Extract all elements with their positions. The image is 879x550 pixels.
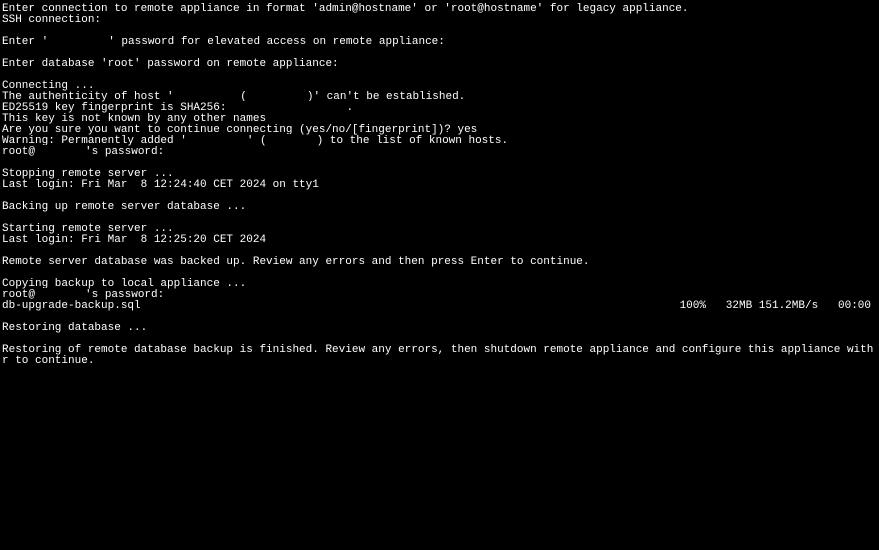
terminal-line: Enter database 'root' password on remote…	[2, 59, 877, 70]
terminal-line: Restoring of remote database backup is f…	[2, 345, 877, 356]
label: ' password for elevated access on remote…	[108, 36, 445, 48]
terminal-line: Remote server database was backed up. Re…	[2, 257, 877, 268]
redacted-host: █████	[35, 147, 85, 158]
transfer-stats: 100% 32MB 151.2MB/s 00:00	[680, 301, 877, 312]
label: root@	[2, 146, 35, 158]
terminal-line: Backing up remote server database ...	[2, 202, 877, 213]
terminal-line: r to continue.	[2, 356, 877, 367]
terminal-line: SSH connection: ████████	[2, 15, 877, 26]
label: ) to the list of known hosts.	[317, 135, 508, 147]
terminal-line: root@█████'s password:	[2, 147, 877, 158]
file-transfer-line: db-upgrade-backup.sql 100% 32MB 151.2MB/…	[2, 301, 877, 312]
label: SSH connection:	[2, 14, 108, 26]
label: 's password:	[85, 146, 164, 158]
terminal-line: Last login: Fri Mar 8 12:24:40 CET 2024 …	[2, 180, 877, 191]
terminal-line: Restoring database ...	[2, 323, 877, 334]
terminal-blank	[2, 70, 877, 81]
label: Enter '	[2, 36, 48, 48]
filename: db-upgrade-backup.sql	[2, 301, 141, 312]
label: ' (	[247, 135, 267, 147]
label: .	[346, 102, 353, 114]
redacted-key: ████	[267, 136, 317, 147]
terminal-line: Enter '██████' password for elevated acc…	[2, 37, 877, 48]
redacted-user: ██████	[48, 37, 108, 48]
redacted-hostname: ████████	[108, 15, 188, 26]
terminal-line: Last login: Fri Mar 8 12:25:20 CET 2024	[2, 235, 877, 246]
redacted-host: ██████	[187, 136, 247, 147]
